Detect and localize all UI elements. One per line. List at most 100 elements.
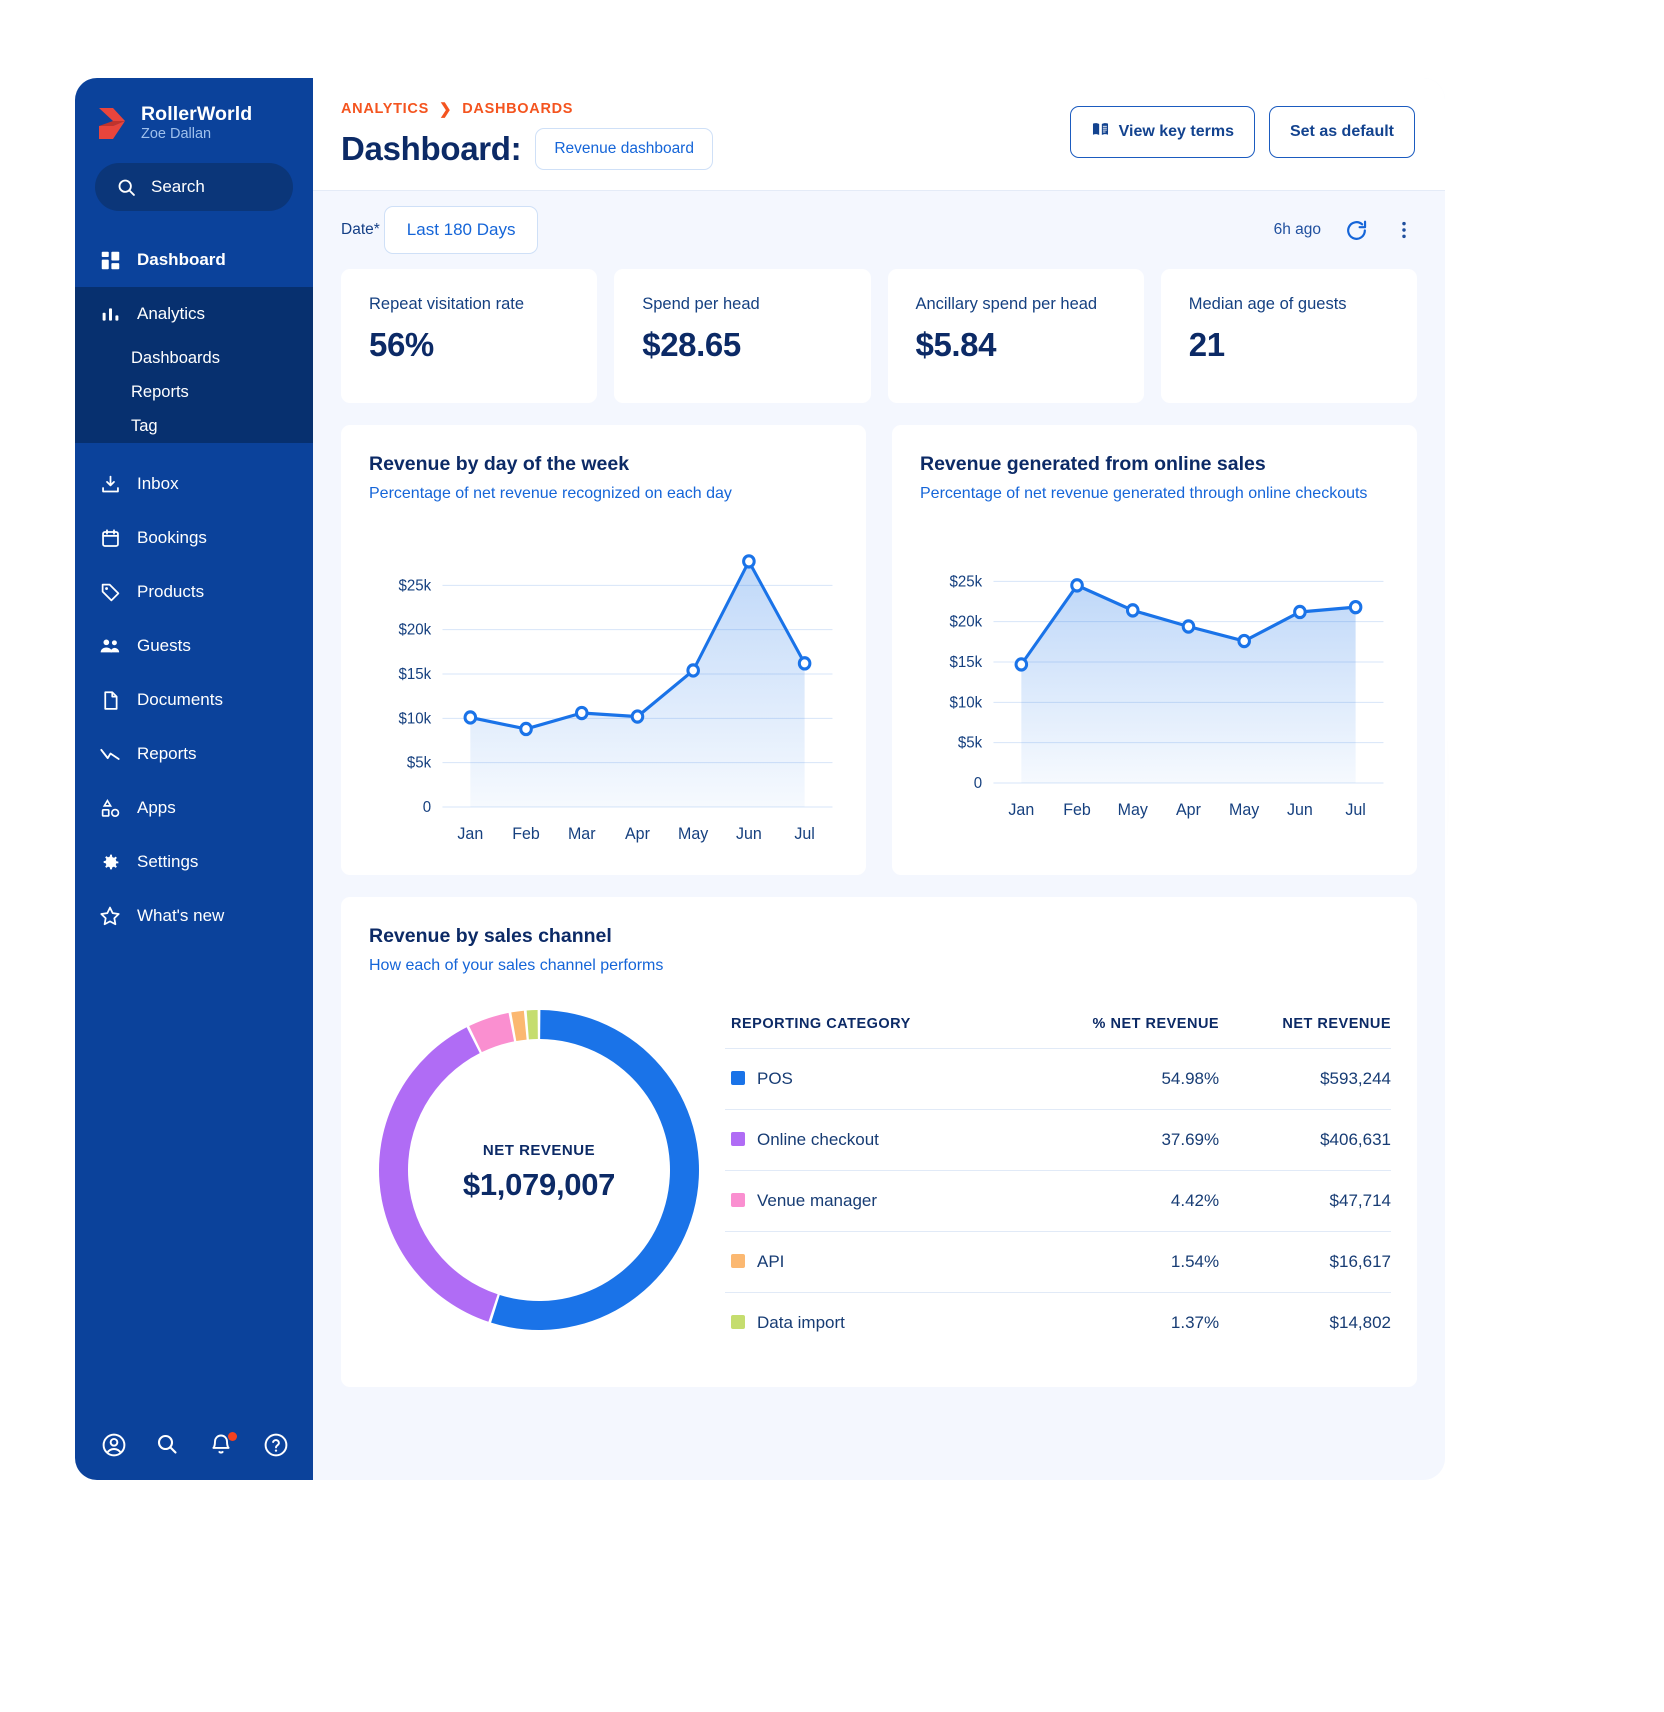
inbox-download-icon <box>99 473 121 495</box>
sidebar-item-label: Dashboard <box>137 250 226 270</box>
col-reporting-category: REPORTING CATEGORY <box>731 1016 911 1033</box>
cell-category: Online checkout <box>725 1109 1019 1171</box>
cell-category: POS <box>725 1048 1019 1110</box>
svg-text:$25k: $25k <box>399 577 432 594</box>
svg-text:$15k: $15k <box>950 653 983 670</box>
sidebar-subitem-dashboards[interactable]: Dashboards <box>75 341 313 375</box>
chart-subtitle: How each of your sales channel performs <box>369 956 664 974</box>
sidebar-item-label: Analytics <box>137 304 206 324</box>
help-circle-icon[interactable] <box>263 1432 289 1458</box>
sidebar-subitem-tag[interactable]: Tag <box>75 409 313 443</box>
donut-chart: NET REVENUE $1,079,007 <box>369 1000 709 1345</box>
apps-shapes-icon <box>99 797 121 819</box>
view-key-terms-label: View key terms <box>1118 123 1234 140</box>
document-icon <box>99 689 121 711</box>
sidebar-item-apps[interactable]: Apps <box>75 781 313 835</box>
cell-percent: 1.54% <box>1018 1231 1220 1293</box>
sidebar-item-analytics[interactable]: Analytics <box>75 287 313 341</box>
svg-text:Apr: Apr <box>625 824 650 843</box>
svg-text:May: May <box>1229 800 1260 819</box>
svg-text:Apr: Apr <box>1176 800 1201 819</box>
dashboard-select[interactable]: Revenue dashboard <box>535 128 713 170</box>
sidebar-item-dashboard[interactable]: Dashboard <box>75 233 313 287</box>
svg-text:0: 0 <box>423 798 432 815</box>
set-as-default-button[interactable]: Set as default <box>1268 106 1415 158</box>
legend-swatch-icon <box>731 1193 745 1208</box>
cell-percent: 54.98% <box>1018 1048 1220 1110</box>
date-range-select[interactable]: Last 180 Days <box>383 206 539 254</box>
search-input[interactable]: Search <box>95 163 293 212</box>
sidebar-item-bookings[interactable]: Bookings <box>75 511 313 565</box>
charts-row: Revenue by day of the week Percentage of… <box>341 425 1417 875</box>
category-label: Data import <box>757 1313 845 1333</box>
kpi-label: Ancillary spend per head <box>915 295 1098 313</box>
sidebar-item-label: Guests <box>137 636 191 656</box>
account-circle-icon[interactable] <box>101 1432 127 1458</box>
svg-text:Jun: Jun <box>736 824 762 843</box>
svg-text:$5k: $5k <box>407 754 432 771</box>
chart-subtitle: Percentage of net revenue recognized on … <box>369 485 732 502</box>
cell-amount: $14,802 <box>1219 1292 1391 1354</box>
category-label: Online checkout <box>757 1130 879 1150</box>
col-net-revenue: NET REVENUE <box>1282 1016 1391 1033</box>
bar-chart-icon <box>99 303 121 325</box>
more-vertical-icon[interactable] <box>1391 217 1417 243</box>
svg-text:Jan: Jan <box>457 824 483 843</box>
date-filter-label: Date* <box>341 221 380 238</box>
kpi-value: $28.65 <box>642 326 741 363</box>
app-window: RollerWorld Zoe Dallan Search Dashboard … <box>75 78 1445 1480</box>
svg-text:Jul: Jul <box>1345 800 1365 819</box>
sidebar-nav: Dashboard Analytics Dashboards Reports T… <box>75 233 313 943</box>
svg-text:Feb: Feb <box>512 824 540 843</box>
cell-category: API <box>725 1231 1019 1293</box>
sidebar: RollerWorld Zoe Dallan Search Dashboard … <box>75 78 313 1480</box>
chart-card-revenue-by-sales-channel: Revenue by sales channel How each of you… <box>341 896 1417 1388</box>
cell-category: Data import <box>725 1292 1019 1354</box>
svg-text:May: May <box>1118 800 1149 819</box>
legend-swatch-icon <box>731 1315 745 1330</box>
svg-text:$20k: $20k <box>399 621 432 638</box>
sidebar-item-documents[interactable]: Documents <box>75 673 313 727</box>
kpi-label: Repeat visitation rate <box>369 295 525 313</box>
view-key-terms-button[interactable]: View key terms <box>1069 106 1255 158</box>
cell-amount: $16,617 <box>1219 1231 1391 1293</box>
notification-badge <box>228 1432 237 1441</box>
page-title: Dashboard: <box>341 130 522 167</box>
kpi-row: Repeat visitation rate 56% Spend per hea… <box>341 269 1417 403</box>
col-percent-net-revenue: % NET REVENUE <box>1092 1016 1220 1033</box>
chart-title: Revenue by day of the week <box>369 453 630 475</box>
sidebar-item-label: Apps <box>137 798 176 818</box>
sidebar-item-label: What's new <box>137 906 225 926</box>
filter-bar: Date* Last 180 Days 6h ago <box>341 191 1417 269</box>
svg-text:$20k: $20k <box>950 613 983 630</box>
main-area: ANALYTICS ❯ DASHBOARDS Dashboard: Revenu… <box>313 78 1445 1480</box>
kpi-value: 56% <box>369 326 434 363</box>
refresh-icon[interactable] <box>1343 217 1369 243</box>
category-label: POS <box>757 1069 793 1089</box>
search-icon <box>115 176 137 198</box>
sidebar-item-guests[interactable]: Guests <box>75 619 313 673</box>
breadcrumb-dashboards[interactable]: DASHBOARDS <box>462 101 573 117</box>
svg-text:$5k: $5k <box>958 734 983 751</box>
breadcrumb: ANALYTICS ❯ DASHBOARDS <box>341 100 713 118</box>
sidebar-subitem-reports[interactable]: Reports <box>75 375 313 409</box>
cell-amount: $47,714 <box>1219 1170 1391 1232</box>
sidebar-item-whats-new[interactable]: What's new <box>75 889 313 943</box>
sidebar-item-products[interactable]: Products <box>75 565 313 619</box>
sidebar-item-settings[interactable]: Settings <box>75 835 313 889</box>
sidebar-item-label: Documents <box>137 690 223 710</box>
area-chart-revenue-by-day: 0 $5k $10k $15k $20k $25k Jan Feb Mar Apr May Jun Ju… <box>369 523 840 853</box>
sales-channel-table: REPORTING CATEGORY % NET REVENUE NET REV… <box>725 1016 1391 1354</box>
cell-amount: $593,244 <box>1219 1048 1391 1110</box>
breadcrumb-analytics[interactable]: ANALYTICS <box>341 101 429 117</box>
kpi-card-median-age-of-guests: Median age of guests 21 <box>1160 269 1417 403</box>
search-icon[interactable] <box>155 1432 181 1458</box>
kpi-card-spend-per-head: Spend per head $28.65 <box>614 269 871 403</box>
table-row: Data import 1.37% $14,802 <box>725 1292 1391 1354</box>
sidebar-item-inbox[interactable]: Inbox <box>75 457 313 511</box>
notifications-bell-icon[interactable] <box>209 1432 237 1458</box>
set-as-default-label: Set as default <box>1289 123 1394 140</box>
brand[interactable]: RollerWorld Zoe Dallan <box>75 78 313 143</box>
sidebar-item-reports[interactable]: Reports <box>75 727 313 781</box>
chart-card-online-sales: Revenue generated from online sales Perc… <box>892 425 1417 875</box>
